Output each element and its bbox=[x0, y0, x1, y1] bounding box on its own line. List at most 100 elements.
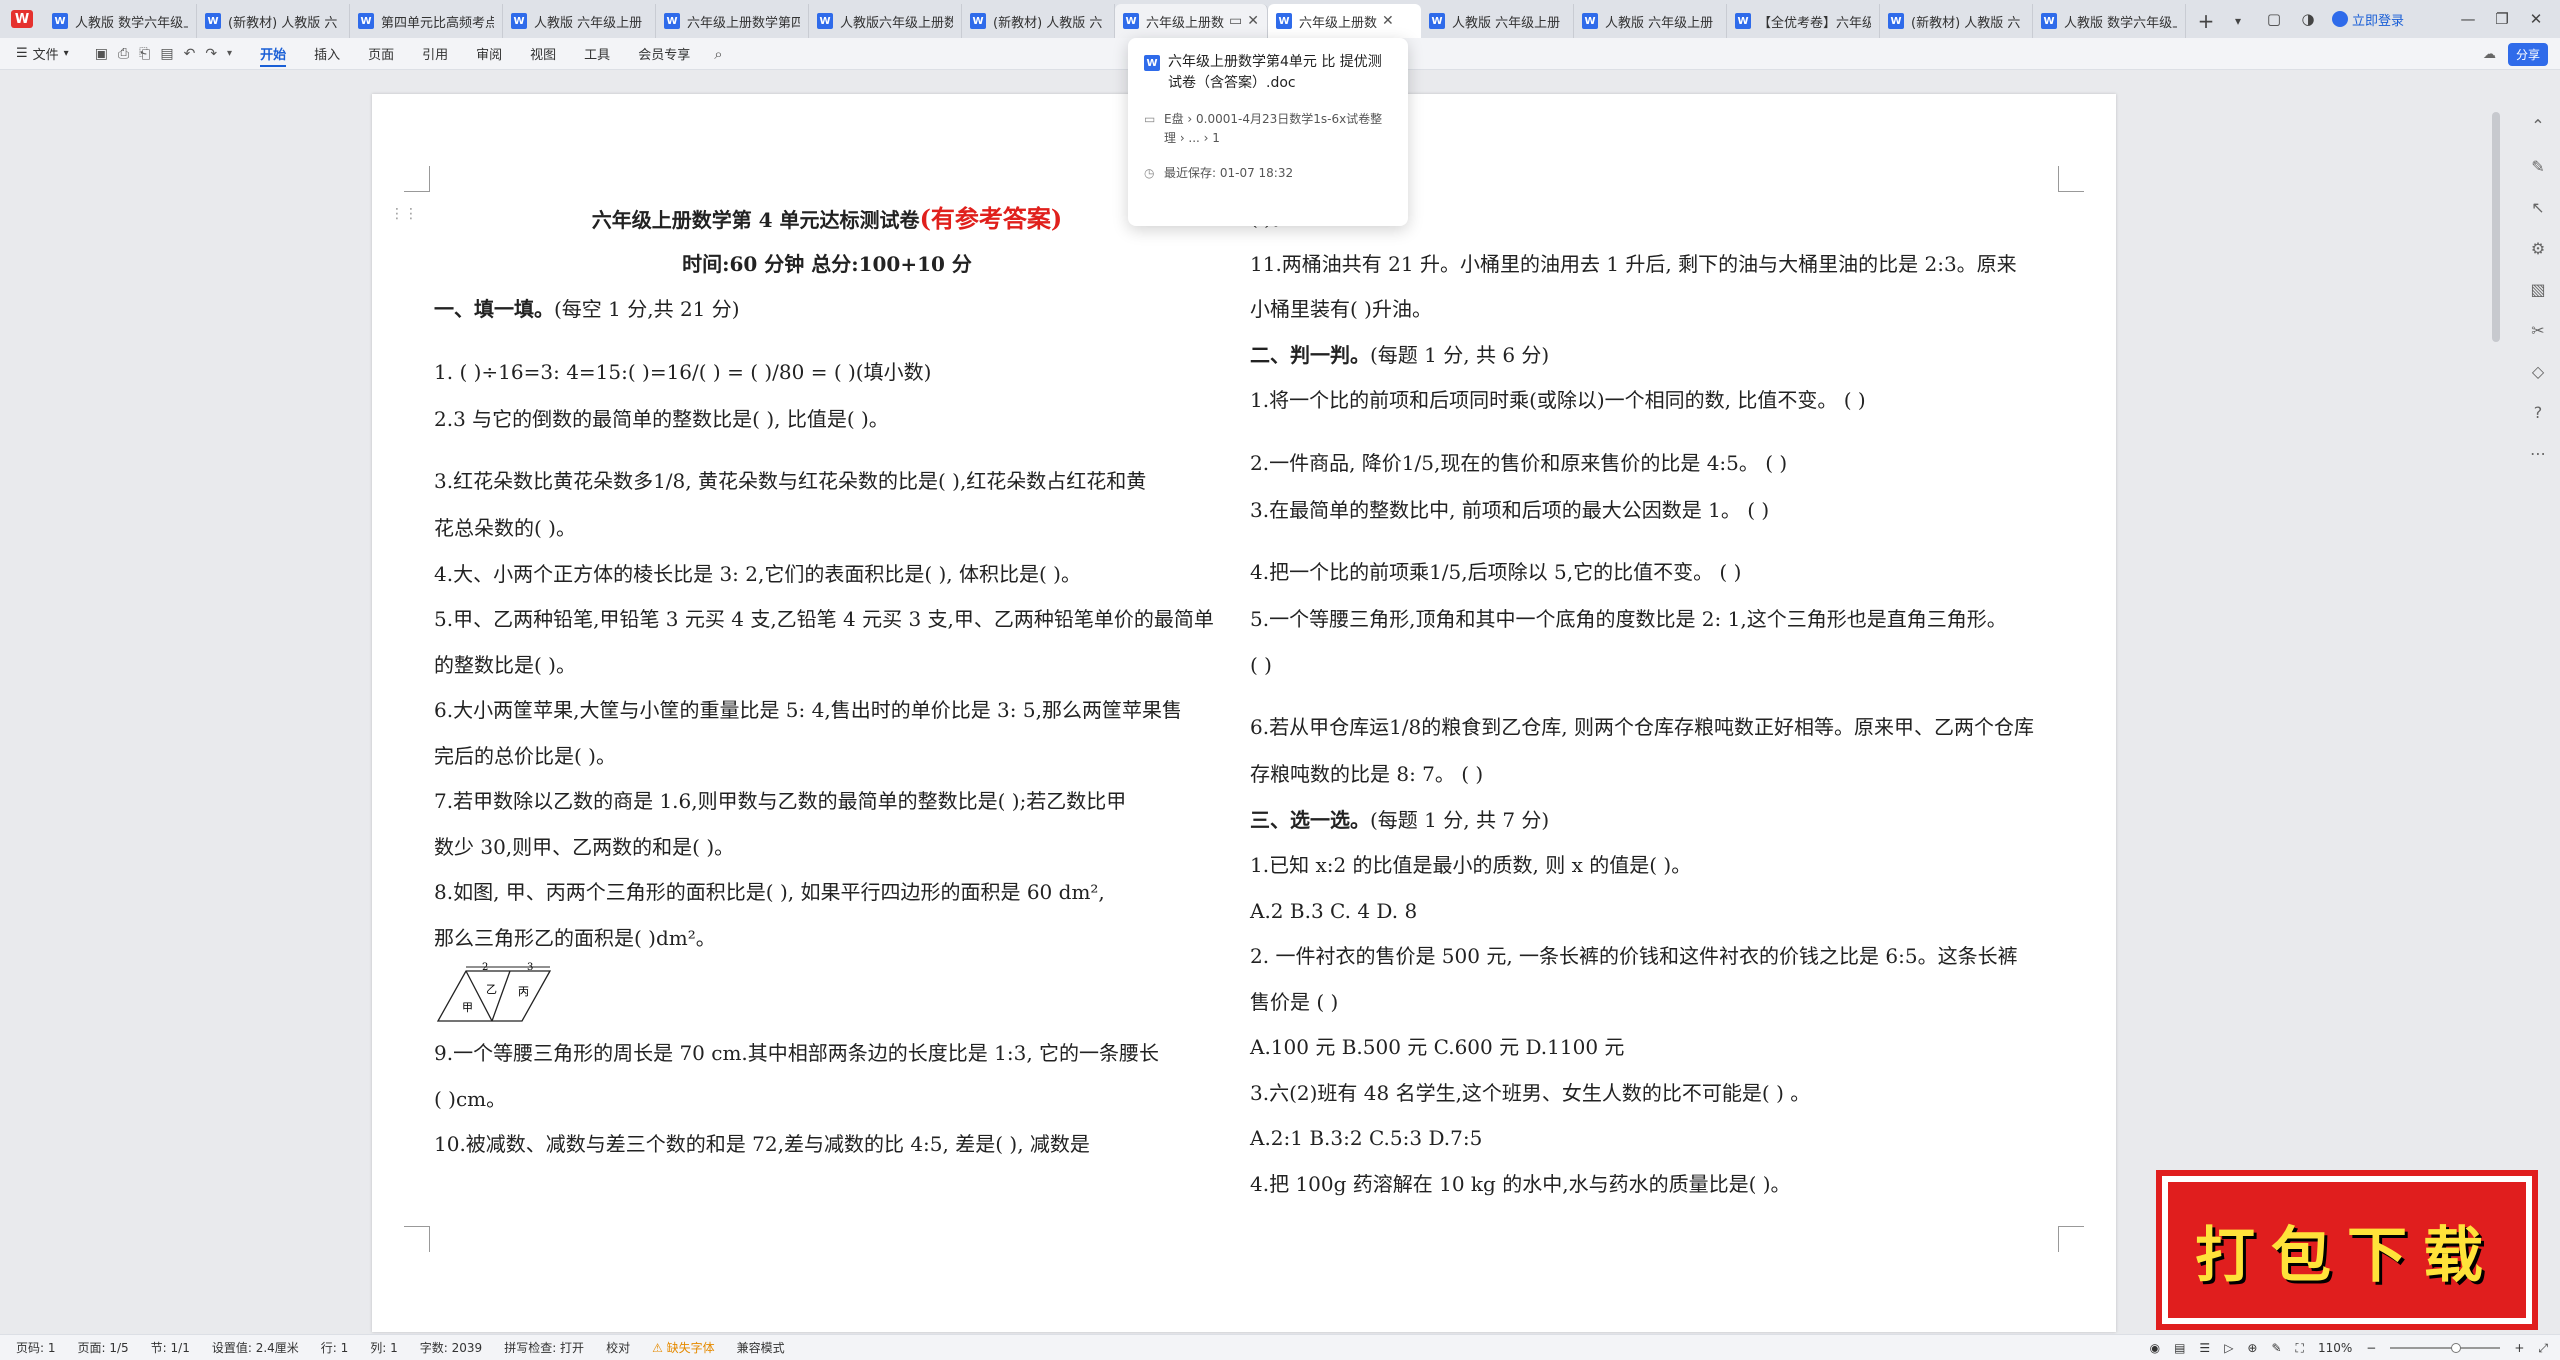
shape-icon[interactable]: ◇ bbox=[2532, 362, 2544, 381]
spellcheck-toggle[interactable]: 拼写检查: 打开 bbox=[504, 1339, 584, 1356]
print-icon[interactable]: ⎗ bbox=[139, 46, 150, 62]
tab-4[interactable]: W 六年级上册数学第四 bbox=[656, 4, 809, 38]
hamburger-icon: ☰ bbox=[16, 46, 28, 61]
drag-handle-icon[interactable]: ⋮⋮ bbox=[390, 206, 418, 222]
eye-icon[interactable]: ◉ bbox=[2150, 1341, 2160, 1355]
ribbon-tab-0[interactable]: 开始 bbox=[246, 38, 300, 70]
collapse-icon[interactable]: ⌃ bbox=[2531, 116, 2544, 135]
page-code[interactable]: 页码: 1 bbox=[16, 1339, 56, 1356]
parallelogram-diagram: 2 3 甲乙 丙 bbox=[436, 962, 552, 1022]
row-indicator: 行: 1 bbox=[320, 1341, 349, 1355]
share-button[interactable]: 分享 bbox=[2507, 42, 2548, 66]
fit-icon[interactable]: ⛶ bbox=[2296, 1341, 2304, 1356]
login-label: 立即登录 bbox=[2351, 13, 2404, 29]
search-icon[interactable]: ⌕ bbox=[704, 45, 732, 63]
comment-icon[interactable]: ▭ bbox=[1229, 13, 1242, 29]
ribbon-tab-1[interactable]: 插入 bbox=[300, 38, 354, 70]
tab-0[interactable]: W 人教版 数学六年级上 bbox=[44, 4, 197, 38]
image-icon[interactable]: ▧ bbox=[2530, 280, 2545, 299]
tab-8[interactable]: W 六年级上册数 ✕ bbox=[1268, 4, 1421, 38]
page-count[interactable]: 页面: 1/5 bbox=[78, 1339, 129, 1356]
tab-label: 第四单元比高频考点 bbox=[381, 15, 494, 31]
ribbon-tab-6[interactable]: 工具 bbox=[570, 38, 624, 70]
tab-7[interactable]: W 六年级上册数学第▭ ✕ bbox=[1115, 4, 1268, 38]
ribbon-menu: 开始 插入 页面 引用 审阅 视图 工具 会员专享 bbox=[246, 38, 704, 70]
close-tab-icon[interactable]: ✕ bbox=[1247, 13, 1259, 29]
vertical-scrollbar[interactable] bbox=[2492, 112, 2500, 342]
doc-line: 4.把 100g 药溶解在 10 kg 的水中,水与药水的质量比是( )。 bbox=[1250, 1171, 1791, 1196]
zoom-in-icon[interactable]: + bbox=[2514, 1341, 2524, 1355]
doc-line: 的整数比是( )。 bbox=[434, 652, 576, 677]
zoom-thumb[interactable] bbox=[2450, 1343, 2461, 1353]
tab-9[interactable]: W 人教版 六年级上册 bbox=[1421, 4, 1574, 38]
edit-view-icon[interactable]: ✎ bbox=[2271, 1341, 2281, 1355]
missing-font-button[interactable]: ⚠ 缺失字体 bbox=[652, 1339, 715, 1356]
tab-13[interactable]: W 人教版 数学六年级上 bbox=[2033, 4, 2186, 38]
undo-icon[interactable]: ↶ bbox=[184, 46, 196, 62]
ribbon-tab-7[interactable]: 会员专享 bbox=[624, 38, 704, 70]
tab-1[interactable]: W (新教材) 人教版 六 bbox=[197, 4, 350, 38]
tab-5[interactable]: W 人教版六年级上册数 bbox=[809, 4, 962, 38]
minimize-icon[interactable]: — bbox=[2458, 10, 2478, 28]
document-page[interactable]: ⋮⋮ 六年级上册数学第 4 单元达标测试卷(有参考答案) 时间:60 分钟 总分:… bbox=[372, 94, 2116, 1332]
select-icon[interactable]: ↖ bbox=[2531, 198, 2544, 217]
doc-line: A.2:1 B.3:2 C.5:3 D.7:5 bbox=[1250, 1126, 1483, 1150]
tab-2[interactable]: W 第四单元比高频考点 bbox=[350, 4, 503, 38]
setting-value[interactable]: 设置值: 2.4厘米 bbox=[212, 1339, 299, 1356]
play-icon[interactable]: ▷ bbox=[2224, 1341, 2233, 1355]
zoom-level[interactable]: 110% bbox=[2318, 1341, 2352, 1355]
help-icon[interactable]: ? bbox=[2534, 403, 2543, 422]
download-banner[interactable]: 打包下载 bbox=[2156, 1170, 2538, 1330]
ribbon-tab-3[interactable]: 引用 bbox=[408, 38, 462, 70]
tab-list-chevron-icon[interactable]: ▾ bbox=[2226, 4, 2250, 38]
document-workspace: ⋮⋮ 六年级上册数学第 4 单元达标测试卷(有参考答案) 时间:60 分钟 总分:… bbox=[0, 70, 2560, 1334]
export-icon[interactable]: ⎙ bbox=[118, 46, 129, 62]
tooltip-title: 六年级上册数学第4单元 比 提优测试卷（含答案）.doc bbox=[1168, 54, 1382, 91]
web-view-icon[interactable]: ⊕ bbox=[2247, 1341, 2257, 1355]
save-icon[interactable]: ▣ bbox=[95, 46, 108, 62]
more-chevron-icon[interactable]: ▾ bbox=[227, 48, 232, 59]
section-indicator[interactable]: 节: 1/1 bbox=[151, 1339, 190, 1356]
tab-11[interactable]: W 【全优考卷】六年级 bbox=[1727, 4, 1880, 38]
fig-label-yi: 乙 bbox=[486, 983, 497, 996]
pen-icon[interactable]: ✎ bbox=[2531, 157, 2544, 176]
tab-label: 人教版 六年级上册 bbox=[1452, 15, 1561, 31]
settings-icon[interactable]: ⚙ bbox=[2531, 239, 2545, 258]
outline-view-icon[interactable]: ☰ bbox=[2199, 1341, 2210, 1355]
page-view-icon[interactable]: ▤ bbox=[2174, 1341, 2185, 1355]
doc-line: A.2 B.3 C. 4 D. 8 bbox=[1250, 898, 1418, 923]
new-tab-button[interactable]: + bbox=[2186, 4, 2226, 38]
restore-icon[interactable]: ❐ bbox=[2492, 10, 2512, 28]
tab-label: (新教材) 人教版 六 bbox=[993, 15, 1103, 31]
proof-button[interactable]: 校对 bbox=[606, 1339, 630, 1356]
skin-icon[interactable]: ◑ bbox=[2298, 10, 2318, 28]
tab-strip: W 人教版 数学六年级上 W (新教材) 人教版 六 W 第四单元比高频考点 W 人教版 六年… bbox=[44, 4, 2186, 38]
print-preview-icon[interactable]: ▤ bbox=[160, 46, 173, 62]
redo-icon[interactable]: ↷ bbox=[205, 46, 217, 62]
word-count[interactable]: 字数: 2039 bbox=[420, 1339, 482, 1356]
tab-12[interactable]: W (新教材) 人教版 六 bbox=[1880, 4, 2033, 38]
tab-10[interactable]: W 人教版 六年级上册 bbox=[1574, 4, 1727, 38]
parallelogram-figure: 2 3 甲乙 丙 bbox=[434, 961, 1220, 1031]
tab-label: 人教版 六年级上册 bbox=[534, 15, 643, 31]
ribbon-tab-4[interactable]: 审阅 bbox=[462, 38, 516, 70]
fig-label-bing: 丙 bbox=[518, 985, 529, 998]
layout-icon[interactable]: ▢ bbox=[2264, 10, 2284, 28]
zoom-out-icon[interactable]: − bbox=[2366, 1341, 2376, 1355]
tools-icon[interactable]: ✂ bbox=[2531, 321, 2544, 340]
app-logo[interactable]: W bbox=[0, 0, 44, 38]
ribbon-tab-2[interactable]: 页面 bbox=[354, 38, 408, 70]
file-menu[interactable]: ☰ 文件 ▾ bbox=[0, 44, 81, 63]
cloud-sync-icon[interactable]: ☁ bbox=[2483, 47, 2496, 62]
close-tab-icon[interactable]: ✕ bbox=[1382, 13, 1394, 29]
tab-3[interactable]: W 人教版 六年级上册 bbox=[503, 4, 656, 38]
more-icon[interactable]: ⋯ bbox=[2530, 444, 2546, 463]
doc-line: 10.被减数、减数与差三个数的和是 72,差与减数的比 4:5, 差是( ), … bbox=[434, 1132, 1090, 1156]
fullscreen-icon[interactable]: ⤢ bbox=[2538, 1341, 2548, 1356]
tab-6[interactable]: W (新教材) 人教版 六 bbox=[962, 4, 1115, 38]
close-window-icon[interactable]: ✕ bbox=[2526, 10, 2546, 28]
ribbon-tab-5[interactable]: 视图 bbox=[516, 38, 570, 70]
zoom-slider[interactable] bbox=[2390, 1343, 2501, 1353]
login-button[interactable]: 立即登录 bbox=[2331, 10, 2404, 29]
doc-subtitle: 时间:60 分钟 总分:100+10 分 bbox=[682, 251, 972, 276]
